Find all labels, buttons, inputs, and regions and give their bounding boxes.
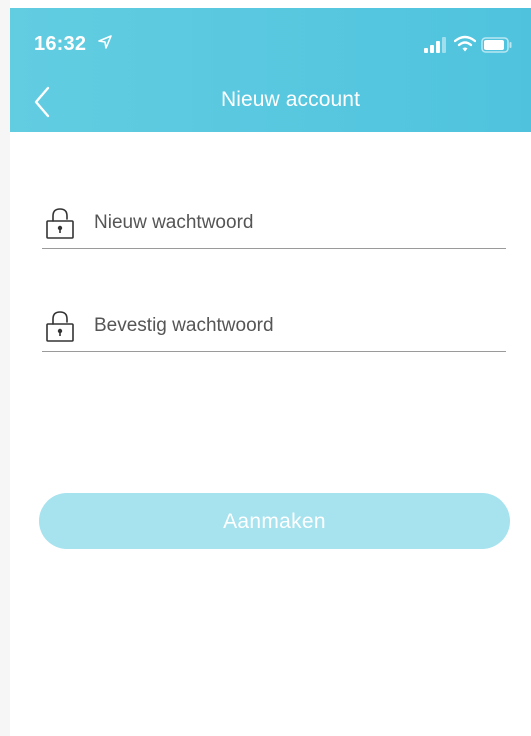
confirm-password-field [42, 303, 506, 352]
new-password-input[interactable] [94, 206, 494, 240]
nav-bar: Nieuw account [10, 72, 531, 132]
battery-icon [481, 37, 512, 53]
lock-icon [46, 311, 74, 342]
cellular-signal-icon [424, 37, 446, 53]
left-edge [0, 0, 10, 736]
status-icons [423, 34, 513, 54]
lock-icon [46, 208, 74, 239]
status-time: 16:32 [34, 33, 87, 55]
new-password-field [42, 200, 506, 249]
wifi-icon [454, 35, 476, 52]
new-account-screen: 16:32 Nieuw account Aanmaken [0, 0, 531, 736]
page-title: Nieuw account [220, 88, 361, 111]
header: 16:32 Nieuw account [10, 8, 531, 132]
create-account-button[interactable]: Aanmaken [39, 493, 510, 549]
confirm-password-input[interactable] [94, 309, 494, 343]
status-bar: 16:32 [10, 8, 531, 72]
location-arrow-icon [98, 35, 112, 49]
